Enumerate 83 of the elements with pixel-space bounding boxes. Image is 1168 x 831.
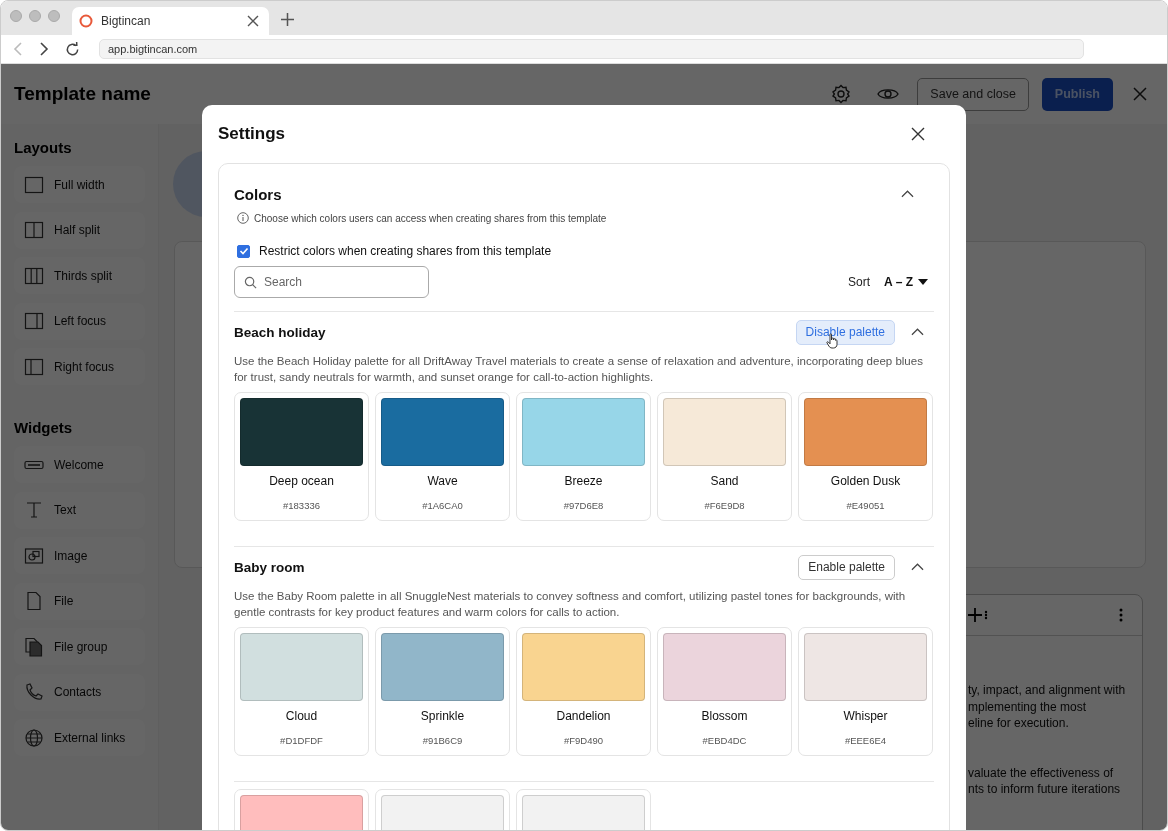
color-name: Whisper <box>842 709 889 723</box>
color-swatch-card[interactable]: Blossom #EBD4DC <box>657 627 792 756</box>
collapse-icon[interactable] <box>911 328 924 336</box>
palette-name: Baby room <box>234 559 305 575</box>
eye-icon[interactable] <box>877 87 900 101</box>
more-icon[interactable] <box>1119 608 1123 622</box>
color-swatch-card[interactable]: Breeze #97D6E8 <box>516 392 651 521</box>
color-hex: #EEE6E4 <box>843 735 888 746</box>
palette-toggle-button[interactable]: Enable palette <box>798 554 895 580</box>
color-name: Blossom <box>700 709 749 723</box>
reload-icon[interactable] <box>65 41 80 57</box>
collapse-icon[interactable] <box>911 563 924 571</box>
ring-icon <box>79 14 93 28</box>
color-name: Golden Dusk <box>829 474 902 488</box>
section-title: Colors <box>234 185 282 203</box>
caret-icon <box>918 279 928 285</box>
browser-tab[interactable]: Bigtincan <box>72 7 269 35</box>
color-hex: #1A6CA0 <box>421 500 464 511</box>
color-swatch-card[interactable]: Wave #1A6CA0 <box>375 392 510 521</box>
color-swatch-card[interactable]: Deep ocean #183336 <box>234 392 369 521</box>
thirds-split-icon <box>24 265 44 286</box>
search-icon <box>244 276 257 289</box>
section-heading: Layouts <box>14 139 73 156</box>
color-hex: #183336 <box>282 500 321 511</box>
close-icon[interactable] <box>911 127 925 141</box>
info-icon <box>237 212 249 224</box>
color-hex: #F6E9D8 <box>703 500 746 511</box>
panel-text: mplementing the most <box>968 698 1088 715</box>
color-name: Sprinkle <box>419 709 466 723</box>
left-focus-icon <box>24 311 44 331</box>
palette-description: Use the Baby Room palette in all SnuggleNest materials to convey softness and comfort, utilizing pastel tones for backgrounds, with gentle contrasts for key product features and warm colors for calls to action. <box>234 589 907 620</box>
forward-icon[interactable] <box>39 42 49 56</box>
panel-text: ty, impact, and alignment with <box>968 682 1127 699</box>
panel-text: valuate the effectiveness of <box>968 764 1115 781</box>
search-field[interactable]: Search <box>234 266 429 298</box>
half-split-icon <box>24 220 44 240</box>
text-icon <box>24 500 44 520</box>
save-and-close-button[interactable]: Save and close <box>917 77 1029 111</box>
color-swatch-card[interactable]: Cloud #D1DFDF <box>234 627 369 756</box>
add-column-icon[interactable] <box>968 607 988 623</box>
file-icon <box>24 591 44 611</box>
close-icon[interactable] <box>247 15 259 27</box>
back-icon[interactable] <box>13 42 23 56</box>
color-hex: #F9D490 <box>562 735 605 746</box>
sort-dropdown[interactable]: A – Z <box>884 275 934 289</box>
sort-label: Sort <box>848 275 871 289</box>
collapse-icon[interactable] <box>901 190 914 198</box>
globe-icon <box>24 727 44 748</box>
new-tab-icon[interactable] <box>281 13 294 26</box>
color-name: Sand <box>709 474 740 488</box>
file-group-icon <box>24 636 44 657</box>
color-swatch-card[interactable]: Dandelion #F9D490 <box>516 627 651 756</box>
image-icon <box>24 545 44 566</box>
color-name: Wave <box>426 474 459 488</box>
palette-toggle-button[interactable]: Disable palette <box>795 319 895 345</box>
color-name: Dandelion <box>555 709 612 723</box>
color-swatch-card[interactable]: Whisper #EEE6E4 <box>798 627 933 756</box>
color-name: Deep ocean <box>268 474 335 488</box>
info-text: Choose which colors users can access when creating shares from this template <box>254 212 607 224</box>
dialog-title: Settings <box>218 124 286 144</box>
palette-name: Beach holiday <box>234 324 326 340</box>
color-name: Breeze <box>563 474 604 488</box>
color-hex: #E49051 <box>845 500 886 511</box>
phone-icon <box>24 682 44 702</box>
panel-text: nts to inform future iterations <box>968 781 1122 798</box>
color-swatch-card[interactable]: Golden Dusk #E49051 <box>798 392 933 521</box>
color-hex: #EBD4DC <box>701 735 748 746</box>
checkbox[interactable] <box>237 244 250 258</box>
color-hex: #91B6C9 <box>421 735 464 746</box>
section-heading: Widgets <box>14 419 74 436</box>
checkbox-label: Restrict colors when creating shares from this template <box>259 244 552 258</box>
color-hex: #97D6E8 <box>562 500 605 511</box>
full-width-icon <box>24 174 44 195</box>
color-swatch-card[interactable]: Sand #F6E9D8 <box>657 392 792 521</box>
settings-icon[interactable] <box>831 84 852 104</box>
palette-description: Use the Beach Holiday palette for all DriftAway Travel materials to create a sense of relaxation and adventure, incorporating deep blues for trust, sandy neutrals for warmth, and sunset orange for call-to-action highlights. <box>234 354 924 385</box>
color-hex: #D1DFDF <box>279 735 324 746</box>
panel-text: eline for execution. <box>968 715 1070 732</box>
color-swatch-card[interactable]: Sprinkle #91B6C9 <box>375 627 510 756</box>
address-field[interactable]: app.bigtincan.com <box>99 39 1084 59</box>
color-name: Cloud <box>284 709 319 723</box>
right-focus-icon <box>24 356 44 377</box>
page-title: Template name <box>14 83 151 105</box>
